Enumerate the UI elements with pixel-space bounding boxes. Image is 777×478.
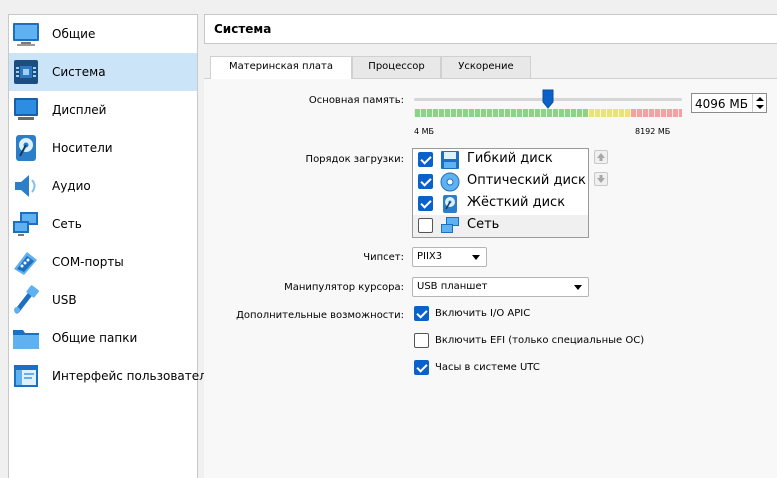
page-header: Система [204,14,777,44]
sidebar-item-usb[interactable]: USB [9,281,197,319]
chipset-value: PIIX3 [417,251,443,262]
boot-network-checkbox[interactable] [418,218,433,233]
optical-disk-icon [440,172,460,192]
page-title: Система [214,22,272,36]
boot-item-network[interactable]: Сеть [413,215,588,237]
usb-icon [14,285,39,314]
sidebar-item-label: Система [52,65,106,79]
network-icon [441,217,459,233]
system-icon [14,60,38,84]
sidebar-item-label: Носители [52,141,113,155]
floppy-icon [441,151,459,169]
general-icon [13,23,39,46]
boot-move-down-button[interactable] [594,172,608,186]
io-apic-checkbox[interactable] [414,306,429,321]
tab-acceleration[interactable]: Ускорение [441,56,531,78]
memory-spinbox[interactable]: 4096 МБ [691,93,767,113]
memory-min-label: 4 МБ [414,127,435,136]
sidebar-item-user-interface[interactable]: Интерфейс пользователя [9,357,214,395]
sidebar-item-label: Дисплей [52,103,107,117]
pointing-device-label: Манипулятор курсора: [284,282,404,293]
sidebar-item-audio[interactable]: Аудио [9,167,197,205]
chevron-down-icon [574,285,582,290]
boot-order-label: Порядок загрузки: [305,154,404,165]
sidebar-item-serial-ports[interactable]: COM-порты [9,243,197,281]
sidebar-item-shared-folders[interactable]: Общие папки [9,319,197,357]
sidebar-item-network[interactable]: Сеть [9,205,197,243]
boot-item-floppy[interactable]: Гибкий диск [413,149,588,171]
audio-icon [15,175,36,197]
boot-item-label: Жёсткий диск [467,195,566,210]
user-interface-icon [14,365,38,387]
pointing-device-select[interactable]: USB планшет [412,277,589,297]
storage-icon [16,135,36,161]
tab-motherboard[interactable]: Материнская плата [210,56,352,79]
boot-floppy-checkbox[interactable] [418,152,433,167]
pointing-device-value: USB планшет [417,281,488,292]
sidebar-item-label: Общие папки [52,331,138,345]
display-icon [14,98,38,120]
utc-clock-label: Часы в системе UTC [435,362,540,373]
efi-checkbox[interactable] [414,333,429,348]
settings-sidebar: Общие Система Дисплей Носители Аудио Сет… [8,14,214,478]
memory-slider-handle[interactable] [542,89,554,109]
boot-order-list[interactable]: Гибкий диск Оптический диск Жёсткий диск… [412,148,589,238]
sidebar-item-general[interactable]: Общие [9,15,197,53]
memory-label: Основная память: [308,95,404,106]
sidebar-item-label: USB [52,293,77,307]
io-apic-label: Включить I/O APIC [435,308,531,319]
arrow-up-icon [597,153,605,161]
memory-max-label: 8192 МБ [635,127,671,136]
memory-value: 4096 МБ [695,97,748,111]
boot-optical-checkbox[interactable] [418,174,433,189]
sidebar-item-label: Интерфейс пользователя [52,369,215,383]
spin-arrows-icon[interactable] [753,94,767,112]
boot-item-label: Оптический диск [467,173,586,188]
network-icon [13,212,38,236]
hard-disk-icon [443,195,457,213]
sidebar-item-system[interactable]: Система [9,53,197,91]
boot-item-hard-disk[interactable]: Жёсткий диск [413,193,588,215]
boot-item-label: Гибкий диск [467,151,553,166]
shared-folder-icon [13,330,39,349]
sidebar-item-display[interactable]: Дисплей [9,91,197,129]
sidebar-item-label: Общие [52,27,96,41]
sidebar-item-label: Сеть [52,217,82,231]
boot-hard-disk-checkbox[interactable] [418,196,433,211]
arrow-down-icon [597,175,605,183]
serial-port-icon [14,252,37,275]
boot-move-up-button[interactable] [594,150,608,164]
tab-processor[interactable]: Процессор [352,56,441,78]
boot-item-label: Сеть [467,217,500,232]
boot-item-optical[interactable]: Оптический диск [413,171,588,193]
extended-features-label: Дополнительные возможности: [236,310,404,321]
sidebar-item-label: Аудио [52,179,91,193]
sidebar-item-label: COM-порты [52,255,124,269]
utc-clock-checkbox[interactable] [414,360,429,375]
chevron-down-icon [472,255,480,260]
sidebar-item-storage[interactable]: Носители [9,129,197,167]
chipset-select[interactable]: PIIX3 [412,247,487,267]
chipset-label: Чипсет: [363,252,404,263]
efi-label: Включить EFI (только специальные ОС) [435,335,645,346]
